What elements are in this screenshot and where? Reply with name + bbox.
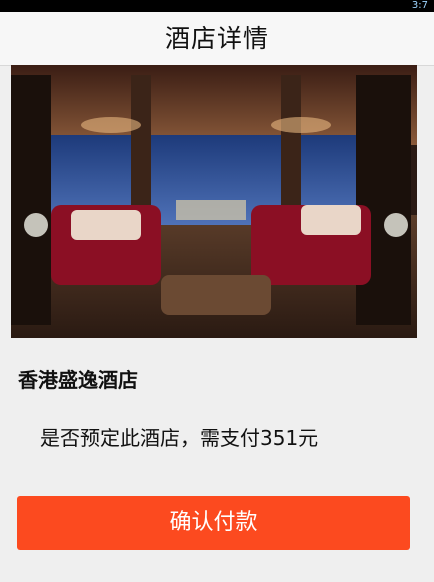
hotel-photo [11, 65, 417, 338]
page-title: 酒店详情 [164, 24, 269, 53]
booking-prompt: 是否预定此酒店，需支付351元 [40, 426, 319, 450]
confirm-payment-button[interactable]: 确认付款 [17, 496, 410, 550]
hotel-name: 香港盛逸酒店 [18, 368, 138, 392]
status-clock: 3:7 [411, 0, 428, 11]
status-bar: 3:7 [0, 0, 434, 12]
title-bar: 酒店详情 [0, 12, 434, 66]
hotel-lobby-image [11, 65, 417, 338]
